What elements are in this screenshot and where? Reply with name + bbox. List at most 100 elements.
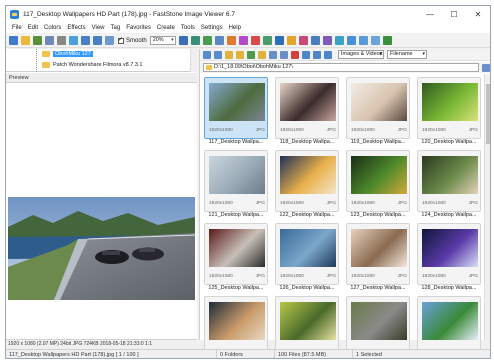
email-icon[interactable] — [45, 36, 54, 45]
thumbnail-view-icon[interactable] — [302, 50, 310, 59]
red-eye-icon[interactable] — [250, 36, 260, 45]
zoom-in-icon[interactable] — [81, 36, 90, 45]
thumbnail-format: JPG — [397, 274, 407, 279]
menu-settings[interactable]: Settings — [198, 25, 226, 31]
smooth-checkbox[interactable]: Smooth — [118, 36, 147, 44]
minimize-button[interactable]: — — [418, 6, 442, 22]
thumbnail-meta: 1920x1080 JPG — [209, 128, 265, 133]
thumbnail-frame: 1920x1080 JPG — [417, 150, 481, 212]
thumbnail-item[interactable]: 1920x1080 JPG 126_Desktop Wallpa... — [275, 223, 339, 294]
thumbnail-image — [422, 83, 478, 121]
print-icon[interactable] — [57, 36, 66, 45]
menu-tools[interactable]: Tools — [178, 25, 198, 31]
save-icon[interactable] — [33, 36, 42, 45]
menu-colors[interactable]: Colors — [41, 25, 64, 31]
thumbnail-item[interactable]: 1920x1080 JPG 124_Desktop Wallpa... — [417, 150, 481, 221]
refresh-icon[interactable] — [247, 50, 255, 59]
slideshow-icon[interactable] — [310, 36, 320, 45]
back-icon[interactable] — [203, 50, 211, 59]
maximize-button[interactable]: ☐ — [442, 6, 466, 22]
thumbnail-image — [280, 83, 336, 121]
sharpen-icon[interactable] — [238, 36, 248, 45]
thumbnail-filename: 128_Desktop Wallpa... — [421, 285, 477, 291]
window-title: 117_Desktop Wallpapers HD Part (178).jpg… — [23, 10, 235, 18]
thumbnail-item[interactable]: 1920x1080 JPG 117_Desktop Wallpa... — [204, 77, 268, 148]
crop-icon[interactable] — [202, 36, 212, 45]
adjust-color-icon[interactable] — [226, 36, 236, 45]
scan-icon[interactable] — [69, 36, 78, 45]
thumbnail-item[interactable]: 1920x1080 JPG 125_Desktop Wallpa... — [204, 223, 268, 294]
menu-edit[interactable]: Edit — [25, 25, 41, 31]
thumbnail-image — [351, 83, 407, 121]
resize-icon[interactable] — [214, 36, 224, 45]
path-go-icon[interactable] — [482, 63, 490, 72]
layout-preview-icon[interactable] — [358, 36, 368, 45]
tree-scrollbar[interactable] — [190, 49, 197, 72]
menu-file[interactable]: File — [9, 25, 25, 31]
thumbnail-meta: 1920x1080 JPG — [280, 128, 336, 133]
thumbnail-meta: 1920x1080 JPG — [280, 274, 336, 279]
thumbnail-item[interactable]: 1920x1080 JPG 128_Desktop Wallpa... — [417, 223, 481, 294]
thumbnail-filename: 118_Desktop Wallpa... — [279, 139, 335, 145]
layout-browser-icon[interactable] — [346, 36, 356, 45]
delete-icon[interactable] — [291, 50, 299, 59]
path-input[interactable]: D:\1_18.09\Oboi\ObohMiku 127\ — [203, 63, 479, 72]
menu-create[interactable]: Create — [154, 25, 178, 31]
copy-to-icon[interactable] — [269, 50, 277, 59]
thumbnail-meta: 1920x1080 JPG — [209, 201, 265, 206]
thumbnail-filename: 122_Desktop Wallpa... — [279, 212, 335, 218]
thumbnail-format: JPG — [255, 274, 265, 279]
compare-icon[interactable] — [298, 36, 308, 45]
thumbnail-item[interactable]: 1920x1080 JPG 122_Desktop Wallpa... — [275, 150, 339, 221]
thumbnail-image — [209, 156, 265, 194]
clone-icon[interactable] — [262, 36, 272, 45]
favorite-folder-icon[interactable] — [236, 50, 244, 59]
thumbnail-scrollbar[interactable] — [484, 74, 490, 340]
rotate-left-icon[interactable] — [178, 36, 188, 45]
thumbnail-item[interactable]: 1920x1080 JPG 118_Desktop Wallpa... — [275, 77, 339, 148]
list-view-icon[interactable] — [324, 50, 332, 59]
open-folder-icon[interactable] — [9, 36, 18, 45]
scrollbar-thumb[interactable] — [486, 84, 490, 144]
batch-icon[interactable] — [322, 36, 332, 45]
actual-size-icon[interactable] — [105, 36, 114, 45]
thumbnail-filename: 127_Desktop Wallpa... — [350, 285, 406, 291]
details-view-icon[interactable] — [313, 50, 321, 59]
thumbnail-filename: 119_Desktop Wallpa... — [350, 139, 406, 145]
thumbnail-item[interactable]: 1920x1080 JPG 127_Desktop Wallpa... — [346, 223, 410, 294]
close-button[interactable]: ✕ — [466, 6, 490, 22]
tree-item-filmora[interactable]: Patch Wondershare Filmora v8.7.3.1 — [42, 61, 142, 69]
text-icon[interactable] — [274, 36, 284, 45]
browse-icon[interactable] — [21, 36, 30, 45]
menu-favorites[interactable]: Favorites — [123, 25, 154, 31]
menu-view[interactable]: View — [89, 25, 108, 31]
thumbnail-frame: 1920x1080 JPG — [204, 223, 268, 285]
forward-icon[interactable] — [214, 50, 222, 59]
tree-item-obohmiku[interactable]: ObohMiku 127 — [42, 50, 93, 58]
thumbnail-item[interactable]: 1920x1080 JPG 119_Desktop Wallpa... — [346, 77, 410, 148]
thumbnail-filename: 124_Desktop Wallpa... — [421, 212, 477, 218]
preview-image[interactable] — [8, 197, 195, 300]
zoom-select[interactable]: 20% — [149, 36, 176, 45]
menu-effects[interactable]: Effects — [64, 25, 88, 31]
flip-icon[interactable] — [190, 36, 200, 45]
thumbnail-frame: 1920x1080 JPG — [204, 77, 268, 139]
thumbnail-frame: 1920x1080 JPG — [417, 223, 481, 285]
left-pane: ObohMiku 127 Patch Wondershare Filmora v… — [6, 49, 197, 340]
filter-select[interactable]: Images & Videos — [338, 50, 384, 59]
up-folder-icon[interactable] — [225, 50, 233, 59]
folder-tree-icon[interactable] — [258, 50, 266, 59]
effects-icon[interactable] — [286, 36, 296, 45]
menu-help[interactable]: Help — [226, 25, 244, 31]
thumbnail-dimensions: 1920x1080 — [351, 128, 375, 133]
thumbnail-item[interactable]: 1920x1080 JPG 123_Desktop Wallpa... — [346, 150, 410, 221]
fullscreen-icon[interactable] — [382, 36, 392, 45]
zoom-out-icon[interactable] — [93, 36, 102, 45]
thumbnail-item[interactable]: 1920x1080 JPG 121_Desktop Wallpa... — [204, 150, 268, 221]
sort-select[interactable]: Filename — [387, 50, 427, 59]
thumbnail-item[interactable]: 1920x1080 JPG 120_Desktop Wallpa... — [417, 77, 481, 148]
layout-full-icon[interactable] — [370, 36, 380, 45]
wallpaper-icon[interactable] — [334, 36, 344, 45]
move-to-icon[interactable] — [280, 50, 288, 59]
menu-tag[interactable]: Tag — [108, 25, 124, 31]
